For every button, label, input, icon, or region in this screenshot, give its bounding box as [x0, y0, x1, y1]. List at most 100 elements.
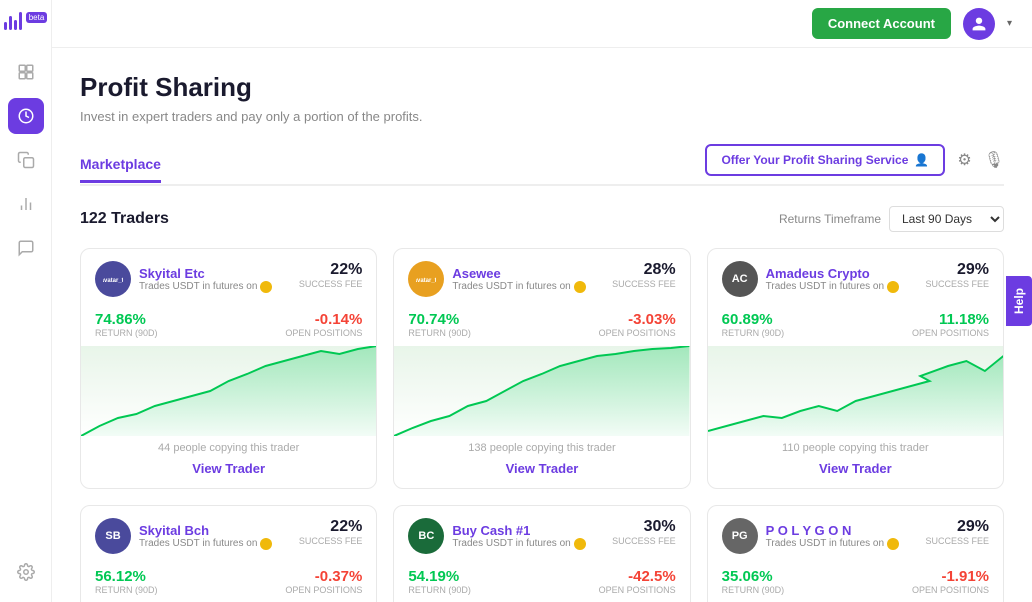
sidebar-item-settings[interactable] — [8, 554, 44, 590]
open-positions-label: OPEN POSITIONS — [599, 328, 676, 338]
return-value: 56.12% — [95, 568, 158, 585]
trader-info: BC Buy Cash #1 Trades USDT in futures on — [408, 518, 585, 554]
return-value: 74.86% — [95, 311, 158, 328]
open-positions-label: OPEN POSITIONS — [599, 585, 676, 595]
return-value: 70.74% — [408, 311, 471, 328]
binance-icon — [260, 538, 272, 550]
logo: beta — [0, 12, 55, 30]
fee-label: SUCCESS FEE — [299, 536, 363, 546]
card-header: ${t.avatar_text} Asewee Trades USDT in f… — [394, 249, 689, 305]
sidebar-item-page[interactable] — [8, 54, 44, 90]
tab-actions: Offer Your Profit Sharing Service 👤 ⚙ 🎙 — [705, 144, 1004, 184]
user-avatar[interactable] — [963, 8, 995, 40]
card-footer: 110 people copying this trader View Trad… — [708, 436, 1003, 488]
return-stat: 60.89% RETURN (90D) — [722, 311, 785, 338]
card-stats: 56.12% RETURN (90D) -0.37% OPEN POSITION… — [81, 562, 376, 602]
trader-desc: Trades USDT in futures on — [452, 281, 585, 293]
fee-block: 29% SUCCESS FEE — [925, 261, 989, 289]
fee-label: SUCCESS FEE — [612, 279, 676, 289]
copiers-text: 138 people copying this trader — [408, 442, 675, 454]
copiers-text: 110 people copying this trader — [722, 442, 989, 454]
trader-desc: Trades USDT in futures on — [452, 538, 585, 550]
fee-percentage: 28% — [612, 261, 676, 279]
trader-info: AC Amadeus Crypto Trades USDT in futures… — [722, 261, 899, 297]
trader-card: BC Buy Cash #1 Trades USDT in futures on… — [393, 505, 690, 602]
fee-percentage: 22% — [299, 261, 363, 279]
tab-marketplace[interactable]: Marketplace — [80, 148, 161, 183]
open-positions-stat: 11.18% OPEN POSITIONS — [912, 311, 989, 338]
trader-avatar: PG — [722, 518, 758, 554]
trader-name: Skyital Bch — [139, 523, 272, 538]
page-subtitle: Invest in expert traders and pay only a … — [80, 109, 1004, 124]
connect-account-button[interactable]: Connect Account — [812, 8, 951, 39]
open-positions-stat: -42.5% OPEN POSITIONS — [599, 568, 676, 595]
open-positions-label: OPEN POSITIONS — [912, 585, 989, 595]
open-positions-value: -0.37% — [285, 568, 362, 585]
copiers-text: 44 people copying this trader — [95, 442, 362, 454]
offer-service-label: Offer Your Profit Sharing Service — [721, 153, 908, 167]
open-positions-value: -1.91% — [912, 568, 989, 585]
fee-label: SUCCESS FEE — [299, 279, 363, 289]
trader-name: Amadeus Crypto — [766, 266, 899, 281]
traders-count: 122 Traders — [80, 210, 169, 228]
card-stats: 54.19% RETURN (90D) -42.5% OPEN POSITION… — [394, 562, 689, 602]
card-footer: 44 people copying this trader View Trade… — [81, 436, 376, 488]
trader-name-row: Skyital Etc Trades USDT in futures on — [139, 266, 272, 293]
return-label: RETURN (90D) — [95, 585, 158, 595]
offer-service-button[interactable]: Offer Your Profit Sharing Service 👤 — [705, 144, 945, 176]
card-chart — [394, 346, 689, 436]
trader-name: Buy Cash #1 — [452, 523, 585, 538]
card-header: SB Skyital Bch Trades USDT in futures on… — [81, 506, 376, 562]
fee-label: SUCCESS FEE — [925, 536, 989, 546]
page-content: Profit Sharing Invest in expert traders … — [52, 48, 1032, 602]
card-stats: 70.74% RETURN (90D) -3.03% OPEN POSITION… — [394, 305, 689, 346]
sidebar-item-clock[interactable] — [8, 98, 44, 134]
sidebar-item-copy[interactable] — [8, 142, 44, 178]
return-label: RETURN (90D) — [722, 585, 785, 595]
sidebar-item-message[interactable] — [8, 230, 44, 266]
view-trader-button[interactable]: View Trader — [819, 461, 892, 476]
help-button[interactable]: Help — [1006, 276, 1032, 326]
fee-block: 28% SUCCESS FEE — [612, 261, 676, 289]
return-label: RETURN (90D) — [722, 328, 785, 338]
trader-card: PG P O L Y G O N Trades USDT in futures … — [707, 505, 1004, 602]
timeframe-row: Returns Timeframe Last 90 Days Last 30 D… — [779, 206, 1004, 232]
filter-icon[interactable]: ⚙ — [957, 150, 971, 170]
open-positions-label: OPEN POSITIONS — [285, 585, 362, 595]
view-trader-button[interactable]: View Trader — [506, 461, 579, 476]
trader-name-row: Asewee Trades USDT in futures on — [452, 266, 585, 293]
mic-icon[interactable]: 🎙 — [984, 150, 1004, 170]
trader-card: ${t.avatar_text} Asewee Trades USDT in f… — [393, 248, 690, 489]
main-content: Connect Account ▾ Profit Sharing Invest … — [52, 0, 1032, 602]
svg-text:${t.avatar_text}: ${t.avatar_text} — [103, 278, 123, 284]
trader-card: ${t.avatar_text} Skyital Etc Trades USDT… — [80, 248, 377, 489]
trader-desc: Trades USDT in futures on — [766, 281, 899, 293]
view-trader-button[interactable]: View Trader — [192, 461, 265, 476]
trader-avatar: SB — [95, 518, 131, 554]
timeframe-select[interactable]: Last 90 Days Last 30 Days Last 180 Days … — [889, 206, 1004, 232]
fee-block: 29% SUCCESS FEE — [925, 518, 989, 546]
trader-name: P O L Y G O N — [766, 523, 899, 538]
sidebar: beta — [0, 0, 52, 602]
fee-block: 22% SUCCESS FEE — [299, 518, 363, 546]
return-stat: 35.06% RETURN (90D) — [722, 568, 785, 595]
fee-percentage: 30% — [612, 518, 676, 536]
trader-card: AC Amadeus Crypto Trades USDT in futures… — [707, 248, 1004, 489]
trader-avatar: AC — [722, 261, 758, 297]
trader-avatar: ${t.avatar_text} — [95, 261, 131, 297]
open-positions-stat: -0.14% OPEN POSITIONS — [285, 311, 362, 338]
open-positions-stat: -3.03% OPEN POSITIONS — [599, 311, 676, 338]
binance-icon — [260, 281, 272, 293]
card-chart — [708, 346, 1003, 436]
user-chevron-icon[interactable]: ▾ — [1007, 18, 1012, 29]
trader-name-row: P O L Y G O N Trades USDT in futures on — [766, 523, 899, 550]
return-value: 35.06% — [722, 568, 785, 585]
return-stat: 70.74% RETURN (90D) — [408, 311, 471, 338]
fee-percentage: 29% — [925, 261, 989, 279]
trader-name-row: Amadeus Crypto Trades USDT in futures on — [766, 266, 899, 293]
sidebar-item-chart[interactable] — [8, 186, 44, 222]
card-header: ${t.avatar_text} Skyital Etc Trades USDT… — [81, 249, 376, 305]
card-footer: 138 people copying this trader View Trad… — [394, 436, 689, 488]
return-stat: 54.19% RETURN (90D) — [408, 568, 471, 595]
open-positions-label: OPEN POSITIONS — [912, 328, 989, 338]
